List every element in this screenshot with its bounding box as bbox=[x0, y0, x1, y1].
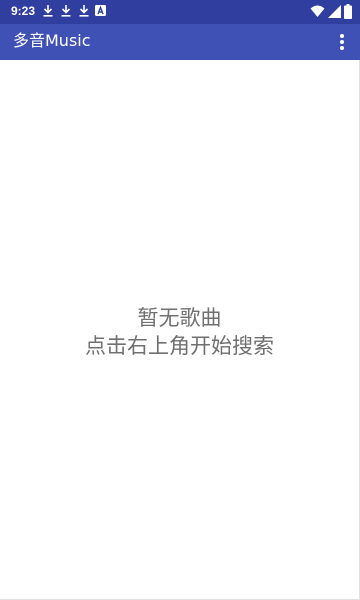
download-icon bbox=[61, 5, 71, 17]
app-title: 多音Music bbox=[13, 31, 91, 50]
empty-state-title: 暂无歌曲 bbox=[137, 306, 222, 330]
status-bar: 9:23 bbox=[0, 0, 360, 24]
song-list-area: 暂无歌曲 点击右上角开始搜索 bbox=[0, 60, 360, 600]
app-bar: 多音Music bbox=[0, 24, 360, 60]
wifi-icon bbox=[310, 5, 325, 17]
battery-icon bbox=[344, 4, 352, 19]
download-icon bbox=[43, 5, 53, 17]
cellular-signal-icon bbox=[328, 5, 341, 18]
empty-state: 暂无歌曲 点击右上角开始搜索 bbox=[0, 304, 359, 360]
font-a-icon bbox=[95, 5, 106, 16]
overflow-menu-button[interactable] bbox=[334, 30, 350, 54]
download-icon bbox=[79, 5, 89, 17]
empty-state-hint: 点击右上角开始搜索 bbox=[85, 334, 274, 358]
status-time: 9:23 bbox=[11, 4, 36, 18]
more-vert-icon bbox=[340, 34, 344, 50]
